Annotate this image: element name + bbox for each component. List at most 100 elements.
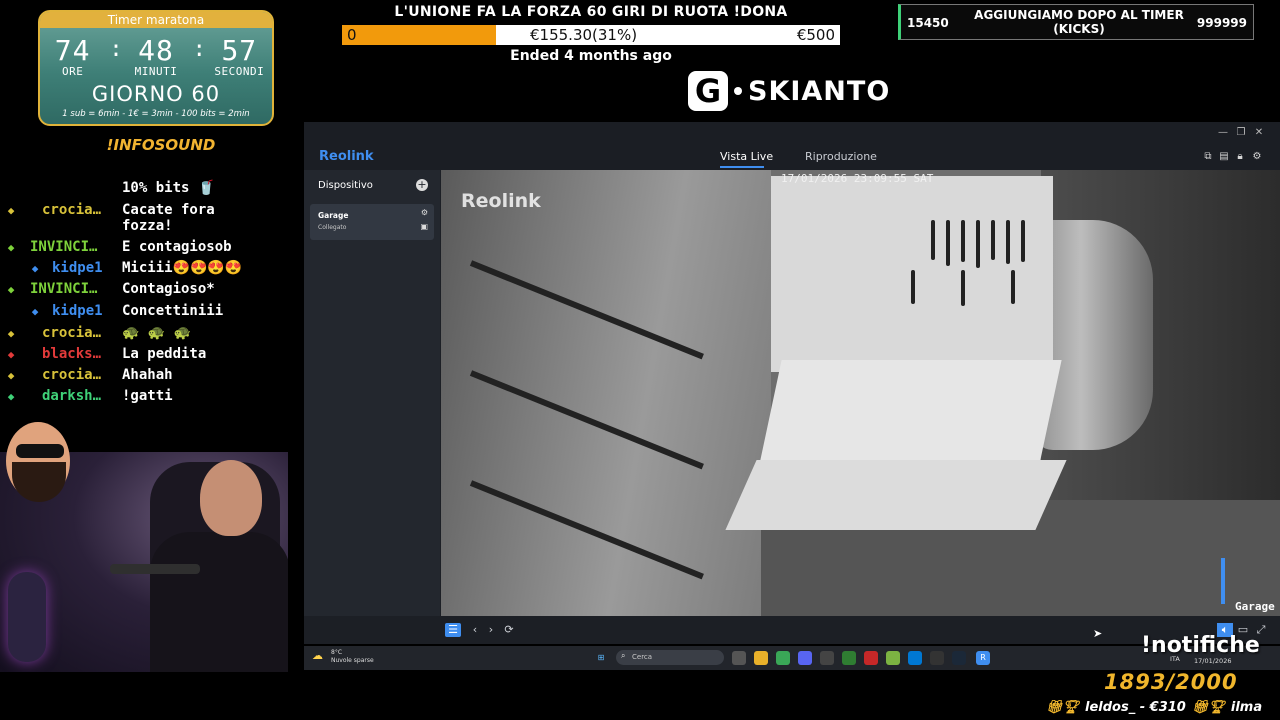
weather-widget[interactable]: ☁ 8°C Nuvole sparse [312, 649, 374, 665]
microphone [110, 564, 200, 574]
gear-icon[interactable]: ⚙ [1251, 151, 1263, 163]
chat-badge-icon: ◆ [7, 283, 15, 296]
ticker-item: ilma [1230, 700, 1263, 715]
goal-title: L'UNIONE FA LA FORZA 60 GIRI DI RUOTA !D… [394, 4, 788, 20]
timer-seconds-label: SECONDI [214, 65, 265, 78]
discord-icon[interactable] [798, 651, 812, 665]
volume-slider[interactable] [1221, 558, 1225, 604]
app-icon[interactable] [886, 651, 900, 665]
logo-dot [734, 87, 742, 95]
workbench [760, 360, 1062, 460]
file-explorer-icon[interactable] [754, 651, 768, 665]
timer-separator: : [109, 37, 124, 62]
chat-text: Concettiniii [122, 303, 224, 319]
task-view-icon[interactable] [732, 651, 746, 665]
streamer-avatar [0, 418, 78, 504]
camera-live-feed[interactable]: Reolink 17/01/2026 23:09:55 SAT [441, 170, 1280, 616]
cloud-icon: ☁ [312, 649, 323, 662]
marathon-timer: Timer maratona 74 ORE : 48 MINUTI : 57 SECO… [38, 10, 274, 126]
goal-start: 0 [347, 26, 357, 44]
timer-hours: 74 [54, 34, 91, 67]
screenshot-icon[interactable]: ⧉ [1202, 151, 1214, 163]
clock-date: 17/01/2026 [1194, 657, 1232, 665]
chat-badge-icon: ◆ [7, 241, 15, 254]
lock-icon[interactable]: 🔒︎ [1234, 151, 1246, 163]
search-icon: ⌕ [621, 651, 626, 660]
chat-username[interactable]: darksh… [42, 388, 101, 404]
tool [931, 220, 935, 260]
donation-ticker: 🎁︎🏆︎ leldos_ - €310 🎁︎🏆︎ ilma [1046, 700, 1280, 720]
tool [1011, 270, 1015, 304]
workbench-top [725, 460, 1067, 530]
timer-rules: 1 sub = 6min - 1€ = 3min - 100 bits = 2m… [62, 109, 250, 119]
timer-title: Timer maratona [40, 12, 272, 28]
chat-username[interactable]: crocia… [42, 325, 101, 341]
goal-status: Ended 4 months ago [510, 48, 672, 64]
chat-text: Contagioso* [122, 281, 215, 297]
close-icon[interactable]: ✕ [1252, 126, 1266, 140]
notifiche-label: !notifiche [1141, 633, 1260, 658]
streamer-head [200, 460, 262, 536]
timer-day: GIORNO 60 [91, 82, 221, 106]
chat-username[interactable]: crocia… [42, 202, 101, 218]
chat-text: 🐢 🐢 🐢 [122, 325, 192, 341]
goal-progress-fill [342, 25, 497, 45]
timer-minutes: 48 [138, 34, 174, 67]
app-icon[interactable] [930, 651, 944, 665]
chat-username[interactable]: kidpe1 [52, 303, 103, 319]
kicks-target: 999999 [1196, 16, 1247, 30]
timer-hours-label: ORE [61, 65, 84, 78]
tool [961, 270, 965, 306]
refresh-icon[interactable]: ⟳ [501, 623, 517, 637]
sidebar-title: Dispositivo [318, 180, 373, 191]
app-icon[interactable] [820, 651, 834, 665]
reolink-taskbar-icon[interactable]: R [976, 651, 990, 665]
kicks-title: AGGIUNGIAMO DOPO AL TIMER (KICKS) [974, 8, 1184, 36]
message-icon[interactable]: ▤ [1218, 151, 1230, 163]
goal-current: €155.30(31%) [530, 26, 638, 44]
shelving-area [441, 170, 771, 616]
app-icon[interactable] [842, 651, 856, 665]
layout-list-icon[interactable]: ☰ [445, 623, 461, 637]
kicks-goal-widget: 15450 AGGIUNGIAMO DOPO AL TIMER (KICKS) … [898, 4, 1254, 40]
steam-icon[interactable] [952, 651, 966, 665]
chevron-right-icon[interactable]: › [483, 623, 499, 637]
chat-username[interactable]: blacks… [42, 346, 101, 362]
device-camera-icon[interactable]: ▣ [420, 222, 428, 231]
ticker-item: leldos_ - €310 [1085, 700, 1186, 715]
chat-username[interactable]: INVINCI… [30, 281, 97, 297]
chevron-left-icon[interactable]: ‹ [467, 623, 483, 637]
chat-text: E contagiosob [122, 239, 232, 255]
restore-icon[interactable]: ❐ [1234, 126, 1248, 140]
tool [961, 220, 965, 262]
minimize-icon[interactable]: — [1216, 126, 1230, 140]
chat-text: Ahahah [122, 367, 173, 383]
start-icon[interactable]: ⊞ [594, 651, 608, 665]
sub-goal-counter: 1893/2000 [1104, 670, 1238, 694]
app-icon[interactable] [864, 651, 878, 665]
sidebar-item-garage[interactable]: Garage Collegato ⚙ ▣ [310, 204, 434, 240]
timer-digits: 74 ORE : 48 MINUTI : 57 SECONDI [40, 34, 272, 78]
chrome-icon[interactable] [776, 651, 790, 665]
weather-desc: Nuvole sparse [331, 657, 374, 664]
edge-icon[interactable] [908, 651, 922, 665]
tab-playback[interactable]: Riproduzione [805, 150, 877, 163]
chat-username[interactable]: crocia… [42, 367, 101, 383]
tool [946, 220, 950, 266]
chat-username[interactable]: kidpe1 [52, 260, 103, 276]
gift-icon: 🎁︎🏆︎ [1046, 700, 1080, 715]
device-sidebar: Dispositivo + Garage Collegato ⚙ ▣ [304, 170, 440, 616]
search-placeholder: Cerca [632, 653, 653, 661]
device-settings-icon[interactable]: ⚙ [421, 208, 428, 217]
tab-live-view[interactable]: Vista Live [720, 150, 773, 163]
chat-badge-icon: ◆ [7, 327, 15, 340]
chat-text: 10% bits 🥤 [122, 180, 216, 196]
tool [1021, 220, 1025, 262]
timer-minutes-label: MINUTI [134, 65, 178, 78]
tool [991, 220, 995, 260]
add-device-icon[interactable]: + [416, 179, 428, 191]
search-input[interactable]: ⌕ Cerca [616, 650, 724, 665]
logo-letter: G [688, 71, 728, 111]
chat-username[interactable]: INVINCI… [30, 239, 97, 255]
chat-text: Cacate fora [122, 202, 215, 218]
